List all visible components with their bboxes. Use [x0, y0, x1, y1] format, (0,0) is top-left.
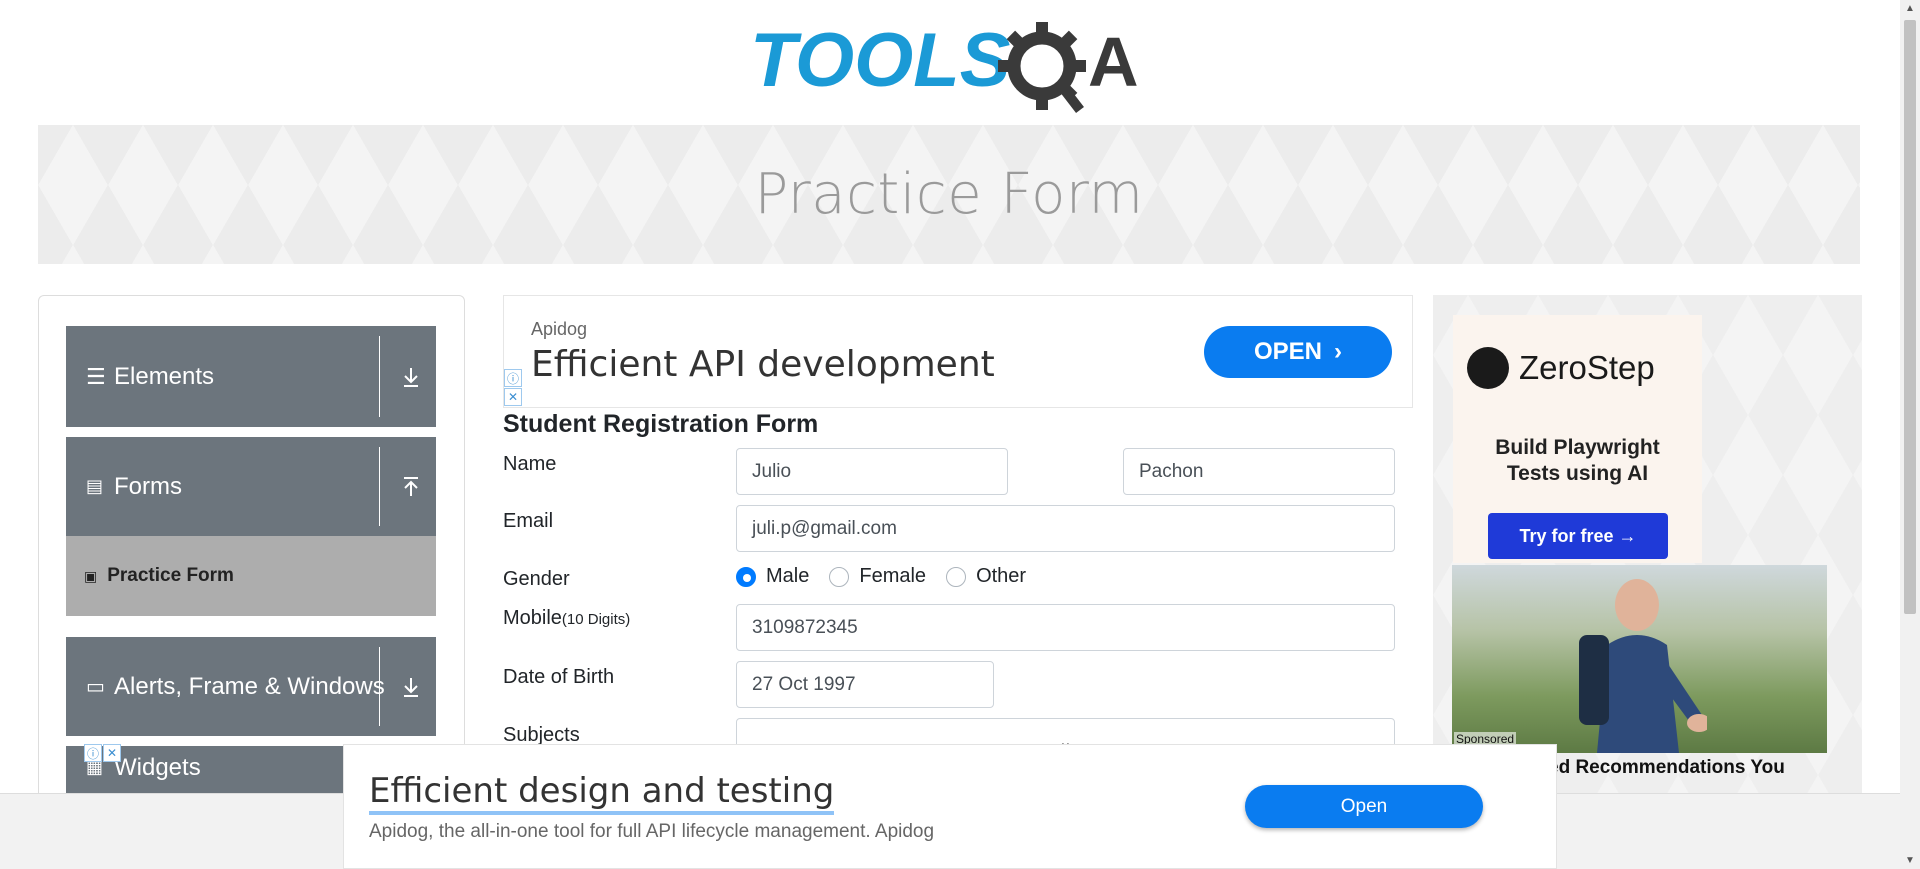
form-title: Student Registration Form [503, 410, 819, 438]
sidebar-group-label: Elements [114, 362, 215, 390]
scroll-down-arrow-icon[interactable]: ▼ [1900, 852, 1920, 869]
gender-female-option[interactable]: Female [829, 565, 926, 588]
recommendations-text: ed Recommendations You [1548, 757, 1785, 778]
gender-label: Gender [503, 568, 570, 590]
svg-text:TOOLS: TOOLS [750, 18, 1010, 103]
separator [379, 336, 380, 417]
name-label: Name [503, 453, 557, 475]
try-for-free-button[interactable]: Try for free → [1488, 513, 1668, 559]
ad-banner-top[interactable]: Apidog Efficient API development OPEN › … [503, 295, 1413, 408]
gender-female-radio[interactable] [829, 566, 850, 587]
mobile-label-text: Mobile [503, 607, 562, 629]
bottom-ad-description: Apidog, the all-in-one tool for full API… [369, 821, 935, 842]
upload-arrow-icon [386, 437, 436, 536]
menu-icon: ☰ [86, 363, 106, 389]
last-name-input[interactable]: Pachon [1123, 448, 1395, 495]
separator [379, 447, 380, 526]
first-name-input[interactable]: Julio [736, 448, 1008, 495]
sidebar-item-label: Practice Form [107, 565, 234, 586]
toolsqa-logo-graphic: TOOLS A [750, 18, 1139, 114]
mobile-hint: (10 Digits) [561, 611, 631, 628]
gender-other-label: Other [976, 565, 1027, 587]
ad-banner-bottom[interactable]: Efficient design and testing Apidog, the… [343, 744, 1557, 869]
bottom-ad-headline[interactable]: Efficient design and testing [369, 771, 835, 815]
zerostep-ad[interactable]: ZeroStep Build Playwright Tests using AI… [1453, 315, 1702, 563]
gender-male-label: Male [766, 565, 810, 587]
sidebar-item-practice-form[interactable]: ▣ Practice Form [66, 536, 436, 616]
zerostep-brand: ZeroStep [1519, 349, 1655, 386]
ad-brand: Apidog [531, 319, 588, 339]
gender-female-label: Female [859, 565, 927, 587]
mobile-input[interactable]: 3109872345 [736, 604, 1395, 651]
bottom-ad-open-button[interactable]: Open [1245, 785, 1483, 828]
page-title: Practice Form [754, 162, 1144, 227]
toolsqa-logo[interactable]: TOOLS A [750, 18, 1155, 114]
gender-other-radio[interactable] [946, 566, 967, 587]
gender-male-option[interactable]: Male [736, 565, 809, 588]
zerostep-logo-icon [1467, 347, 1509, 389]
email-label: Email [503, 510, 554, 532]
ad-open-button[interactable]: OPEN › [1204, 326, 1392, 378]
scrollbar-thumb[interactable] [1904, 20, 1916, 614]
gear-icon [998, 22, 1086, 114]
gender-male-radio[interactable] [736, 566, 756, 587]
gender-radio-group: Male Female Other [736, 565, 1046, 588]
zerostep-tagline-line2: Tests using AI [1506, 462, 1649, 485]
hiker-illustration [1579, 579, 1707, 753]
ad-headline: Efficient API development [531, 344, 995, 385]
zerostep-tagline-line1: Build Playwright [1495, 436, 1660, 459]
page-banner: Practice Form [38, 125, 1860, 264]
ad-close-icon[interactable]: ✕ [504, 388, 522, 406]
vertical-scrollbar[interactable]: ▲ ▼ [1900, 0, 1920, 869]
separator [379, 647, 380, 726]
ad-close-icon[interactable]: ✕ [103, 744, 121, 762]
hiker-ad-image[interactable] [1452, 565, 1827, 753]
dob-label: Date of Birth [503, 666, 615, 688]
ad-info-icon[interactable]: ⓘ [84, 744, 102, 762]
ad-open-label: OPEN [1253, 338, 1322, 365]
scroll-up-arrow-icon[interactable]: ▲ [1900, 0, 1920, 17]
sidebar-group-elements[interactable]: ☰ Elements [66, 326, 436, 427]
sidebar-group-label: Forms [114, 472, 182, 500]
ad-info-icon[interactable]: ⓘ [504, 369, 522, 387]
zerostep-logo: ZeroStep [1467, 347, 1655, 389]
download-arrow-icon [386, 326, 436, 427]
email-input[interactable]: juli.p@gmail.com [736, 505, 1395, 552]
date-of-birth-input[interactable]: 27 Oct 1997 [736, 661, 994, 708]
sidebar-group-forms[interactable]: ▤ Forms [66, 437, 436, 536]
svg-text:A: A [1088, 23, 1139, 101]
form-icon: ▣ [84, 567, 98, 584]
mobile-label: Mobile(10 Digits) [503, 607, 630, 630]
zerostep-tagline: Build Playwright Tests using AI [1453, 435, 1702, 487]
chevron-right-icon: › [1334, 338, 1342, 365]
gender-other-option[interactable]: Other [946, 565, 1026, 588]
download-arrow-icon [386, 637, 436, 736]
document-icon: ▤ [86, 476, 104, 496]
